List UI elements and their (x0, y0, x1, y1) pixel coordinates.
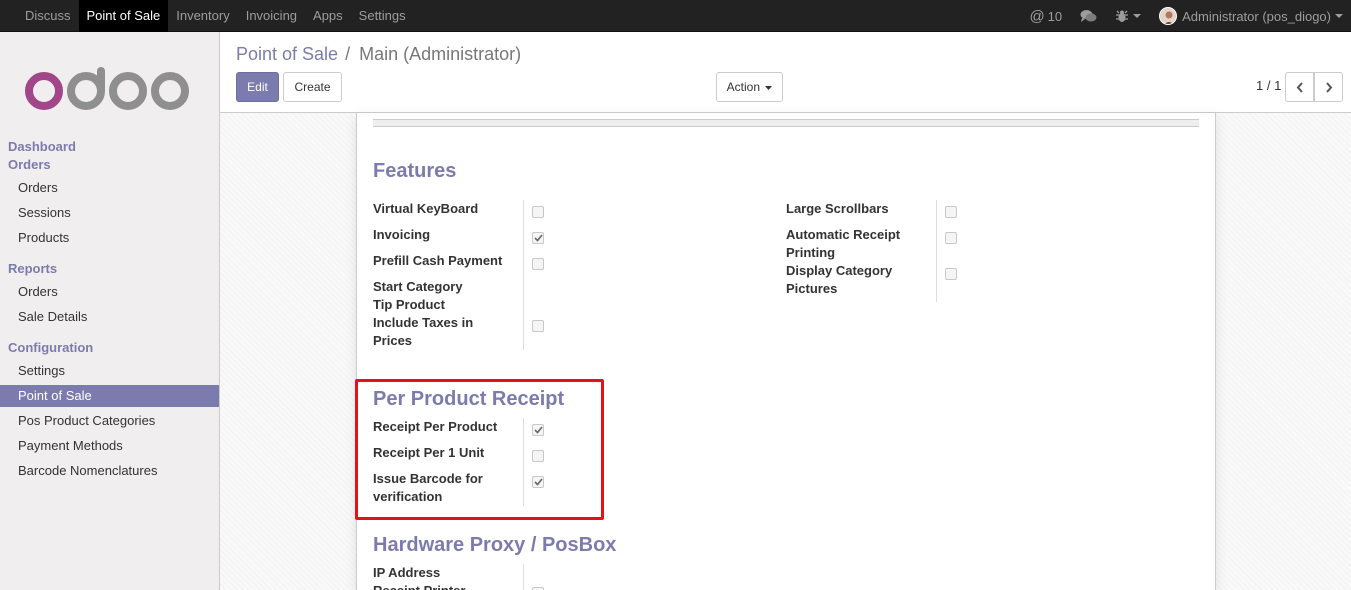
field-label-receipt-printer: Receipt Printer (373, 582, 523, 590)
chat-icon (1080, 10, 1097, 22)
breadcrumb-current: Main (Administrator) (359, 44, 522, 64)
breadcrumb-separator: / (345, 44, 351, 64)
breadcrumb-parent[interactable]: Point of Sale (236, 44, 338, 64)
field-label-invoicing: Invoicing (373, 227, 431, 242)
odoo-logo[interactable] (24, 67, 194, 116)
checkbox-prefill-cash-payment[interactable] (532, 258, 544, 270)
pager-value: 1 / 1 (1256, 78, 1282, 93)
field-divider (936, 200, 937, 302)
sidebar: Dashboard Orders Orders Sessions Product… (0, 32, 220, 590)
field-label-large-scrollbars: Large Scrollbars (786, 201, 889, 216)
messages-button[interactable] (1080, 0, 1097, 32)
checkbox-automatic-receipt-printing[interactable] (945, 232, 957, 244)
edit-button[interactable]: Edit (236, 72, 279, 102)
control-panel: Point of Sale / Main (Administrator) Edi… (220, 32, 1351, 113)
at-icon: @ (1029, 7, 1045, 25)
checkbox-virtual-keyboard[interactable] (532, 206, 544, 218)
sidebar-item-sessions[interactable]: Sessions (0, 202, 219, 224)
field-divider (523, 564, 524, 590)
systray: @ 10 Administrator (pos_diogo) (1029, 0, 1351, 32)
checkbox-include-taxes[interactable] (532, 320, 544, 332)
caret-down-icon (765, 85, 773, 90)
action-label: Action (726, 80, 760, 94)
field-label-tip-product: Tip Product (373, 297, 445, 312)
sidebar-item-sale-details[interactable]: Sale Details (0, 306, 219, 328)
mentions-button[interactable]: @ 10 (1029, 0, 1062, 32)
section-title-hardware-proxy: Hardware Proxy / PosBox (373, 534, 617, 556)
sidebar-item-point-of-sale[interactable]: Point of Sale (0, 385, 219, 407)
nav-apps[interactable]: Apps (305, 0, 351, 32)
field-label-start-category: Start Category (373, 279, 463, 294)
check-icon (533, 234, 543, 242)
user-menu[interactable]: Administrator (pos_diogo) (1159, 7, 1343, 25)
bug-icon (1116, 10, 1129, 22)
field-divider (523, 200, 524, 350)
nav-point-of-sale[interactable]: Point of Sale (78, 0, 169, 32)
sidebar-item-payment-methods[interactable]: Payment Methods (0, 435, 219, 457)
nav-invoicing[interactable]: Invoicing (238, 0, 305, 32)
sidebar-heading-orders: Orders (8, 157, 51, 172)
chevron-right-icon (1325, 81, 1332, 93)
action-dropdown[interactable]: Action (716, 72, 783, 102)
caret-down-icon (1133, 13, 1142, 18)
top-navbar: Discuss Point of Sale Inventory Invoicin… (0, 0, 1351, 32)
debug-menu-button[interactable] (1115, 0, 1142, 32)
checkbox-large-scrollbars[interactable] (945, 206, 957, 218)
chevron-left-icon (1296, 81, 1303, 93)
create-button[interactable]: Create (283, 72, 342, 102)
field-label-include-taxes: Include Taxes in Prices (373, 315, 474, 348)
field-label-display-category-pictures: Display Category Pictures (786, 263, 893, 296)
pager-next-button[interactable] (1314, 72, 1343, 102)
user-avatar (1159, 7, 1178, 25)
nav-settings[interactable]: Settings (351, 0, 414, 32)
highlight-box (355, 379, 604, 520)
sidebar-heading-configuration: Configuration (8, 340, 94, 355)
field-label-prefill-cash-payment: Prefill Cash Payment (373, 253, 503, 268)
app-menu: Discuss Point of Sale Inventory Invoicin… (0, 0, 414, 32)
sidebar-item-products[interactable]: Products (0, 227, 219, 249)
sidebar-item-pos-product-categories[interactable]: Pos Product Categories (0, 410, 219, 432)
nav-discuss[interactable]: Discuss (17, 0, 79, 32)
checkbox-display-category-pictures[interactable] (945, 268, 957, 280)
sidebar-item-orders[interactable]: Orders (0, 177, 219, 199)
nav-inventory[interactable]: Inventory (168, 0, 237, 32)
checkbox-invoicing[interactable] (532, 232, 544, 244)
user-name: Administrator (pos_diogo) (1182, 8, 1331, 24)
field-label-virtual-keyboard: Virtual KeyBoard (373, 201, 479, 216)
section-title-features: Features (373, 160, 457, 182)
field-label-automatic-receipt-printing: Automatic Receipt Printing (786, 227, 901, 260)
section-separator (373, 119, 1199, 127)
mentions-count: 10 (1047, 8, 1063, 24)
sidebar-item-report-orders[interactable]: Orders (0, 281, 219, 303)
sidebar-dashboard[interactable]: Dashboard (8, 139, 76, 154)
sidebar-item-settings[interactable]: Settings (0, 360, 219, 382)
breadcrumb: Point of Sale / Main (Administrator) (236, 44, 521, 65)
sidebar-item-barcode-nomenclatures[interactable]: Barcode Nomenclatures (0, 460, 219, 482)
sidebar-heading-reports: Reports (8, 261, 58, 276)
field-label-ip-address: IP Address (373, 565, 441, 580)
pager-previous-button[interactable] (1285, 72, 1314, 102)
caret-down-icon (1335, 13, 1343, 18)
